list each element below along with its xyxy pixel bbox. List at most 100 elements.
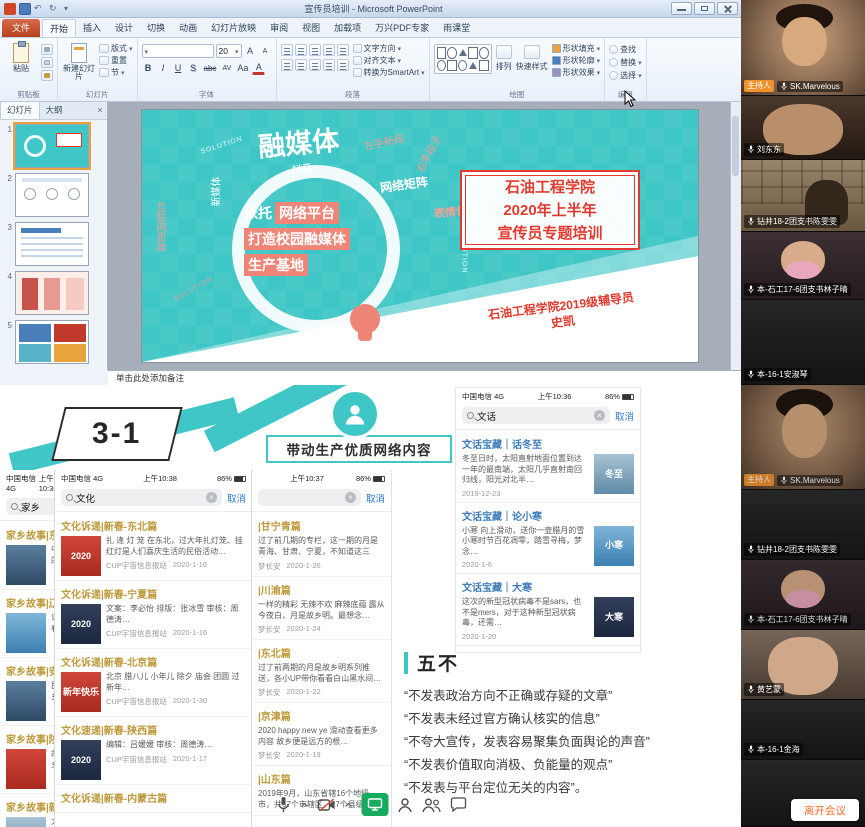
find-button[interactable]: 查找: [609, 44, 642, 55]
participant-tile[interactable]: 本-16-1安淑琴: [741, 300, 865, 385]
new-slide-icon: [71, 43, 87, 63]
tab-file[interactable]: 文件: [2, 19, 40, 37]
slide-thumbnail-4[interactable]: 4: [2, 271, 107, 315]
slide-thumbnail-2[interactable]: 2: [2, 173, 107, 217]
bullets-button[interactable]: [281, 44, 293, 56]
participant-tile[interactable]: 主持人 SK.Marvelous: [741, 385, 865, 490]
member-button[interactable]: [397, 797, 412, 813]
mic-button[interactable]: [275, 796, 291, 814]
numbering-button[interactable]: [295, 44, 307, 56]
quick-styles-button[interactable]: 快速样式: [516, 41, 548, 89]
slide-thumbnail-1[interactable]: 1: [2, 124, 107, 168]
maximize-button[interactable]: [694, 2, 715, 15]
shadow-button[interactable]: S: [187, 61, 200, 75]
participants-button[interactable]: [421, 797, 441, 813]
tab-addins[interactable]: 加载项: [327, 19, 368, 37]
replace-button[interactable]: 替换: [609, 57, 642, 68]
bold-button[interactable]: B: [142, 61, 155, 75]
undo-icon[interactable]: [34, 3, 46, 15]
tab-view[interactable]: 视图: [295, 19, 327, 37]
title-bar: 宣传员培训 - Microsoft PowerPoint: [0, 0, 741, 18]
arrange-button[interactable]: 排列: [496, 41, 512, 89]
participant-tile[interactable]: 刘东东: [741, 96, 865, 160]
section-badge: 3-1: [51, 407, 182, 461]
panel-close-icon[interactable]: ×: [93, 102, 107, 119]
align-right-button[interactable]: [309, 59, 321, 71]
decrease-indent-button[interactable]: [309, 44, 321, 56]
text-direction-button[interactable]: 文字方向: [353, 43, 425, 54]
tab-pdf[interactable]: 万兴PDF专家: [368, 19, 436, 37]
shapes-gallery[interactable]: [434, 44, 492, 74]
line-spacing-button[interactable]: [337, 44, 349, 56]
shape-outline-button[interactable]: 形状轮廓: [552, 55, 601, 66]
tab-transitions[interactable]: 切换: [140, 19, 172, 37]
tab-slideshow[interactable]: 幻灯片放映: [204, 19, 263, 37]
leave-meeting-button[interactable]: 离开会议: [791, 799, 859, 821]
article-item: |东北篇 过了前两期的月是故乡明系列推送，各小UP带你看看白山黑水间… 梦长安2…: [252, 640, 391, 703]
slide-editing-area[interactable]: 融媒体 抖音 SOLUTION SOLUTION SOLUTION 新媒体 互联…: [142, 110, 698, 362]
tab-slides-pane[interactable]: 幻灯片: [0, 102, 40, 119]
participant-tile[interactable]: 钻井18-2团支书陈雯雯: [741, 160, 865, 232]
clipboard-group-label: 剪贴板: [0, 89, 57, 100]
participant-tile[interactable]: 本-石工17-6团支书林子晴: [741, 560, 865, 630]
copy-button[interactable]: [41, 57, 53, 68]
redo-icon[interactable]: [49, 3, 61, 15]
increase-indent-button[interactable]: [323, 44, 335, 56]
align-left-button[interactable]: [281, 59, 293, 71]
minimize-button[interactable]: [671, 2, 692, 15]
save-icon[interactable]: [19, 3, 31, 15]
paste-button[interactable]: 粘贴: [4, 41, 38, 89]
font-family-select[interactable]: [142, 44, 214, 58]
justify-button[interactable]: [323, 59, 335, 71]
camera-button[interactable]: [317, 798, 335, 812]
cut-button[interactable]: [41, 44, 53, 55]
lightbulb-icon: [350, 304, 380, 334]
participant-tile[interactable]: 本-石工17-6团支书林子晴: [741, 232, 865, 300]
camera-options-chevron-icon[interactable]: [344, 802, 352, 808]
shape-fill-button[interactable]: 形状填充: [552, 43, 601, 54]
section-button[interactable]: 节: [99, 67, 133, 78]
columns-button[interactable]: [337, 59, 349, 71]
chat-button[interactable]: [450, 797, 466, 812]
reset-button[interactable]: 重置: [99, 55, 133, 66]
deco-text: 新媒体: [208, 177, 223, 207]
share-screen-button[interactable]: [361, 793, 388, 816]
qat-dropdown-icon[interactable]: [64, 3, 76, 15]
tab-home[interactable]: 开始: [42, 19, 76, 37]
tab-yuketang[interactable]: 雨课堂: [436, 19, 477, 37]
tab-outline-pane[interactable]: 大纲: [40, 102, 69, 119]
align-center-button[interactable]: [295, 59, 307, 71]
slide-thumbnail-5[interactable]: 5: [2, 320, 107, 364]
align-text-button[interactable]: 对齐文本: [353, 55, 425, 66]
select-button[interactable]: 选择: [609, 70, 642, 81]
tab-design[interactable]: 设计: [108, 19, 140, 37]
smartart-button[interactable]: 转换为SmartArt: [353, 67, 425, 78]
mic-options-chevron-icon[interactable]: [300, 802, 308, 808]
participant-tile[interactable]: 钻井18-2团支书陈雯雯: [741, 490, 865, 560]
font-size-select[interactable]: 20: [216, 44, 242, 58]
layout-button[interactable]: 版式: [99, 43, 133, 54]
font-color-button[interactable]: A: [252, 61, 265, 75]
tab-review[interactable]: 审阅: [263, 19, 295, 37]
shrink-font-button[interactable]: A: [259, 44, 272, 58]
change-case-button[interactable]: Aa: [235, 61, 250, 75]
strikethrough-button[interactable]: abc: [202, 61, 219, 75]
canvas-scrollbar[interactable]: [730, 102, 741, 370]
close-button[interactable]: [717, 2, 738, 15]
italic-button[interactable]: I: [157, 61, 170, 75]
grow-font-button[interactable]: A: [244, 44, 257, 58]
notes-pane[interactable]: 单击此处添加备注: [108, 370, 741, 385]
tab-animations[interactable]: 动画: [172, 19, 204, 37]
format-painter-button[interactable]: [41, 70, 53, 81]
participant-tile[interactable]: 本-16-1金海: [741, 700, 865, 760]
underline-button[interactable]: U: [172, 61, 185, 75]
tab-insert[interactable]: 插入: [76, 19, 108, 37]
participant-tile[interactable]: 黄艺蒙: [741, 630, 865, 700]
new-slide-button[interactable]: 新建幻灯片: [62, 41, 96, 89]
shape-effects-button[interactable]: 形状效果: [552, 67, 601, 78]
cancel-link: 取消: [227, 491, 246, 505]
char-spacing-button[interactable]: AV: [220, 61, 233, 75]
slide-thumbnail-3[interactable]: 3: [2, 222, 107, 266]
participant-tile[interactable]: 主持人 SK.Marvelous: [741, 0, 865, 96]
ribbon-tabs: 文件 开始 插入 设计 切换 动画 幻灯片放映 审阅 视图 加载项 万兴PDF专…: [0, 18, 741, 38]
